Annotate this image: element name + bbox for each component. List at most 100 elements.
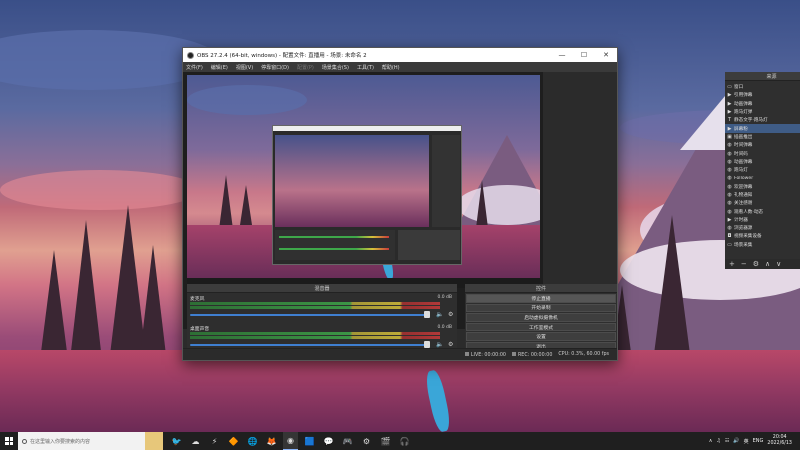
tray-music-icon[interactable]: ♫ (716, 438, 720, 444)
image-icon: ▣ (727, 133, 732, 140)
globe-icon: ◍ (727, 183, 732, 190)
volume-slider[interactable] (190, 314, 428, 316)
menu-profile[interactable]: 配置(P) (297, 64, 314, 71)
speaker-icon[interactable]: 🔈 (436, 341, 443, 348)
source-item[interactable]: ◍ 观看人数·动态 (725, 207, 800, 215)
minimize-button[interactable]: — (551, 48, 573, 62)
mixer-title: 混音器 (187, 284, 457, 293)
taskbar-app-icon[interactable]: 🌐 (245, 432, 260, 450)
taskbar-app-icon[interactable]: 🎬 (378, 432, 393, 450)
maximize-button[interactable]: ☐ (573, 48, 595, 62)
move-down-button[interactable]: ∨ (776, 260, 781, 268)
globe-icon: ◍ (727, 167, 732, 174)
move-up-button[interactable]: ∧ (765, 260, 770, 268)
globe-icon: ◍ (727, 158, 732, 165)
source-item[interactable]: ◍ 时间弹幕 (725, 141, 800, 149)
taskbar-app-icon[interactable]: ◉ (283, 432, 298, 450)
source-item[interactable]: ▶ 跑马灯弹 (725, 108, 800, 116)
menu-file[interactable]: 文件(F) (186, 64, 203, 71)
source-item[interactable]: ◍ Follower (725, 174, 800, 182)
source-item[interactable]: T 静态文字·跑马灯 (725, 116, 800, 124)
menu-scene-collection[interactable]: 场景集合(S) (322, 64, 349, 71)
source-item[interactable]: ◍ 欢迎弹幕 (725, 183, 800, 191)
source-item[interactable]: ◍ 关注感谢 (725, 199, 800, 207)
taskbar-app-icon[interactable]: 🔶 (226, 432, 241, 450)
remove-source-button[interactable]: − (741, 260, 747, 268)
taskbar-app-icon[interactable]: 🎧 (397, 432, 412, 450)
tray-ime-icon[interactable]: 英 (744, 438, 749, 445)
source-label: 场景采集 (734, 242, 753, 248)
window-title: OBS 27.2.4 (64-bit, windows) - 配置文件: 直播用… (197, 53, 367, 59)
source-item[interactable]: ◍ 跑马灯 (725, 166, 800, 174)
wallpaper-tree (40, 250, 68, 360)
start-recording-button[interactable]: 开始录制 (466, 303, 616, 313)
source-item[interactable]: ◍ 时间码 (725, 149, 800, 157)
menu-help[interactable]: 帮助(H) (382, 64, 400, 71)
taskbar-app-icon[interactable]: ⚙ (359, 432, 374, 450)
tray-volume-icon[interactable]: 🔊 (733, 438, 739, 444)
menu-docks[interactable]: 停靠窗口(D) (261, 64, 289, 71)
tray-network-icon[interactable]: ☷ (725, 438, 729, 444)
wallpaper-tree (70, 220, 102, 360)
source-item[interactable]: ◍ 浏览器源 (725, 224, 800, 232)
rec-status: REC: 00:00:00 (511, 351, 552, 358)
preview-cloud (187, 85, 307, 115)
source-item[interactable]: ▶ 动画弹幕 (725, 100, 800, 108)
source-item[interactable]: ▣ 插画推出 (725, 133, 800, 141)
volume-slider[interactable] (190, 344, 428, 346)
source-properties-button[interactable]: ⚙ (753, 260, 759, 268)
source-label: Follower (734, 175, 754, 181)
source-label: 计时器 (734, 217, 748, 223)
nested-mixer (275, 230, 395, 260)
add-source-button[interactable]: + (729, 260, 735, 268)
source-item[interactable]: ◍ 礼物通知 (725, 191, 800, 199)
taskbar-app-icon[interactable]: ⚡ (207, 432, 222, 450)
gear-icon[interactable]: ⚙ (448, 341, 453, 348)
obs-window: OBS 27.2.4 (64-bit, windows) - 配置文件: 直播用… (182, 47, 800, 361)
language-indicator[interactable]: ENG (753, 438, 764, 444)
tray-overflow-icon[interactable]: ∧ (709, 438, 713, 444)
menu-view[interactable]: 视图(V) (236, 64, 253, 71)
wallpaper-cloud (0, 170, 200, 210)
source-item[interactable]: ▭ 场景采集 (725, 241, 800, 249)
volume-knob[interactable] (424, 311, 430, 318)
taskbar-search[interactable]: 在这里输入你要搜索的内容 (18, 432, 163, 450)
play-icon: ▶ (727, 109, 732, 116)
taskbar-app-icon[interactable]: 🟦 (302, 432, 317, 450)
close-button[interactable]: ✕ (595, 48, 617, 62)
volume-knob[interactable] (424, 341, 430, 348)
menu-tools[interactable]: 工具(T) (357, 64, 374, 71)
source-list: ▭ 窗口 ▶ 引用弹幕 ▶ 动画弹幕 ▶ 跑马灯弹 T 静态文字·跑马灯 ▶ 屏幕粉 ▣ 插画推出 ◍ 时间弹… (725, 81, 800, 259)
source-item[interactable]: ▭ 窗口 (725, 83, 800, 91)
stop-streaming-button[interactable]: 停止直播 (466, 294, 616, 303)
source-item[interactable]: ▶ 引用弹幕 (725, 91, 800, 99)
start-button[interactable] (0, 432, 18, 450)
gear-icon[interactable]: ⚙ (448, 311, 453, 318)
clock[interactable]: 20:04 2022/6/13 (767, 435, 792, 447)
source-label: 动画弹幕 (734, 159, 753, 165)
source-label: 浏览器源 (734, 226, 753, 232)
search-icon (22, 438, 27, 444)
speaker-icon[interactable]: 🔈 (436, 311, 443, 318)
audio-meter (190, 332, 440, 335)
menu-edit[interactable]: 编辑(E) (211, 64, 228, 71)
source-item[interactable]: ▶ 屏幕粉 (725, 124, 800, 133)
source-item[interactable]: ◘ 视频采集设备 (725, 232, 800, 240)
taskbar-app-icon[interactable]: ☁ (188, 432, 203, 450)
source-label: 窗口 (734, 85, 744, 91)
taskbar-app-icon[interactable]: 🦊 (264, 432, 279, 450)
virtual-camera-button[interactable]: 启动虚拟摄像机 (466, 313, 616, 322)
globe-icon: ◍ (727, 208, 732, 215)
system-tray: ∧ ♫ ☷ 🔊 英 ENG 20:04 2022/6/13 (709, 435, 800, 447)
settings-button[interactable]: 设置 (466, 332, 616, 341)
taskbar-app-icon[interactable]: 🐦 (169, 432, 184, 450)
controls-title: 控件 (465, 284, 617, 293)
source-item[interactable]: ◍ 动画弹幕 (725, 158, 800, 166)
studio-mode-button[interactable]: 工作室模式 (466, 322, 616, 332)
title-bar[interactable]: OBS 27.2.4 (64-bit, windows) - 配置文件: 直播用… (183, 48, 617, 62)
scene-preview[interactable] (187, 75, 540, 288)
play-icon: ▶ (727, 125, 732, 132)
taskbar-app-icon[interactable]: 💬 (321, 432, 336, 450)
source-item[interactable]: ▶ 计时器 (725, 216, 800, 224)
taskbar-app-icon[interactable]: 🎮 (340, 432, 355, 450)
